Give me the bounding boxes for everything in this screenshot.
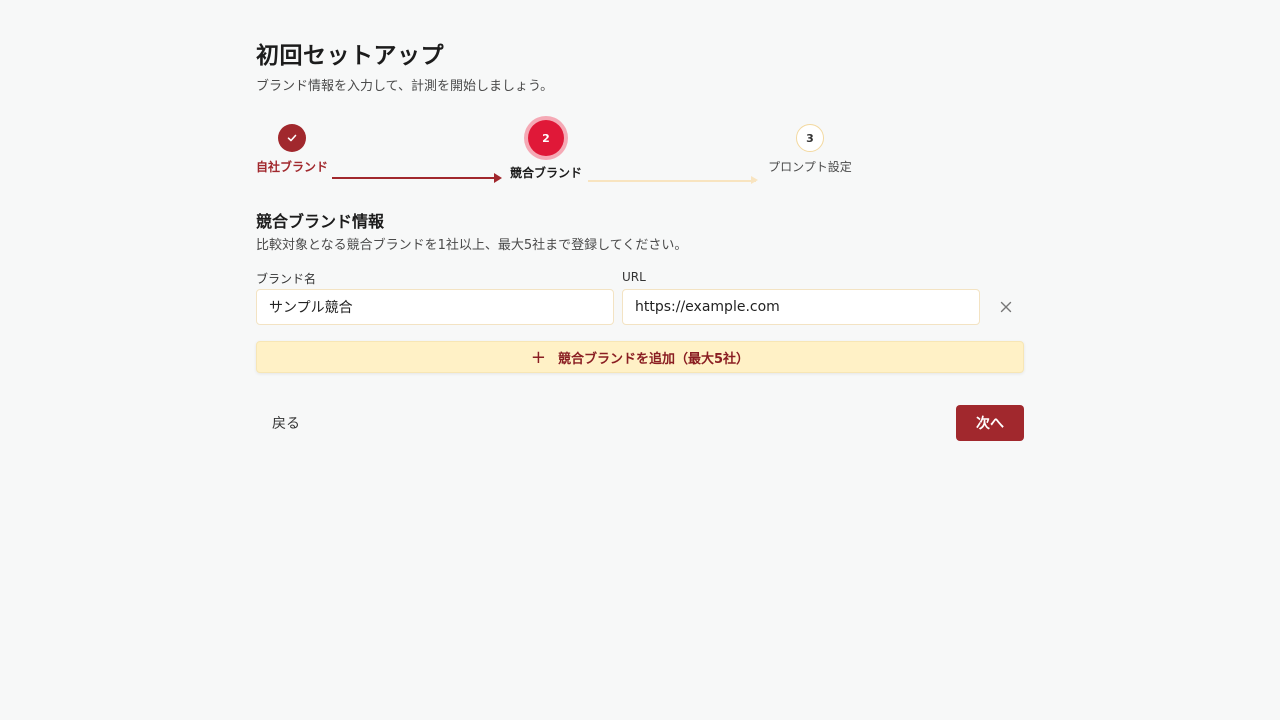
section-description: 比較対象となる競合ブランドを1社以上、最大5社まで登録してください。 [256,238,688,253]
step-prompt-settings[interactable]: 3 プロンプト設定 [764,124,856,175]
step-competitor-brand[interactable]: 2 競合ブランド [508,120,584,181]
close-icon [1000,301,1012,313]
step-number: 3 [796,124,824,152]
url-input[interactable] [622,289,980,325]
brand-name-input[interactable] [256,289,614,325]
setup-wizard: 初回セットアップ ブランド情報を入力して、計測を開始しましょう。 自社ブランド … [256,40,1024,441]
add-competitor-button[interactable]: + 競合ブランドを追加（最大5社） [256,341,1024,373]
add-competitor-label: 競合ブランドを追加（最大5社） [558,351,750,367]
url-label: URL [622,270,646,284]
plus-icon: + [530,346,547,368]
step-label: プロンプト設定 [768,160,852,174]
page-title: 初回セットアップ [256,43,444,69]
brand-name-label: ブランド名 [256,272,317,286]
step-connector-completed [332,173,502,183]
next-button[interactable]: 次へ [956,405,1024,441]
step-own-brand[interactable]: 自社ブランド [256,124,328,175]
section-title: 競合ブランド情報 [256,212,385,231]
step-connector-upcoming [588,177,758,183]
step-label: 自社ブランド [256,160,329,174]
back-button[interactable]: 戻る [260,408,312,438]
step-label: 競合ブランド [509,166,582,180]
check-icon [278,124,306,152]
page-subtitle: ブランド情報を入力して、計測を開始しましょう。 [256,79,554,94]
step-number: 2 [528,120,564,156]
remove-row-button[interactable] [996,297,1016,317]
